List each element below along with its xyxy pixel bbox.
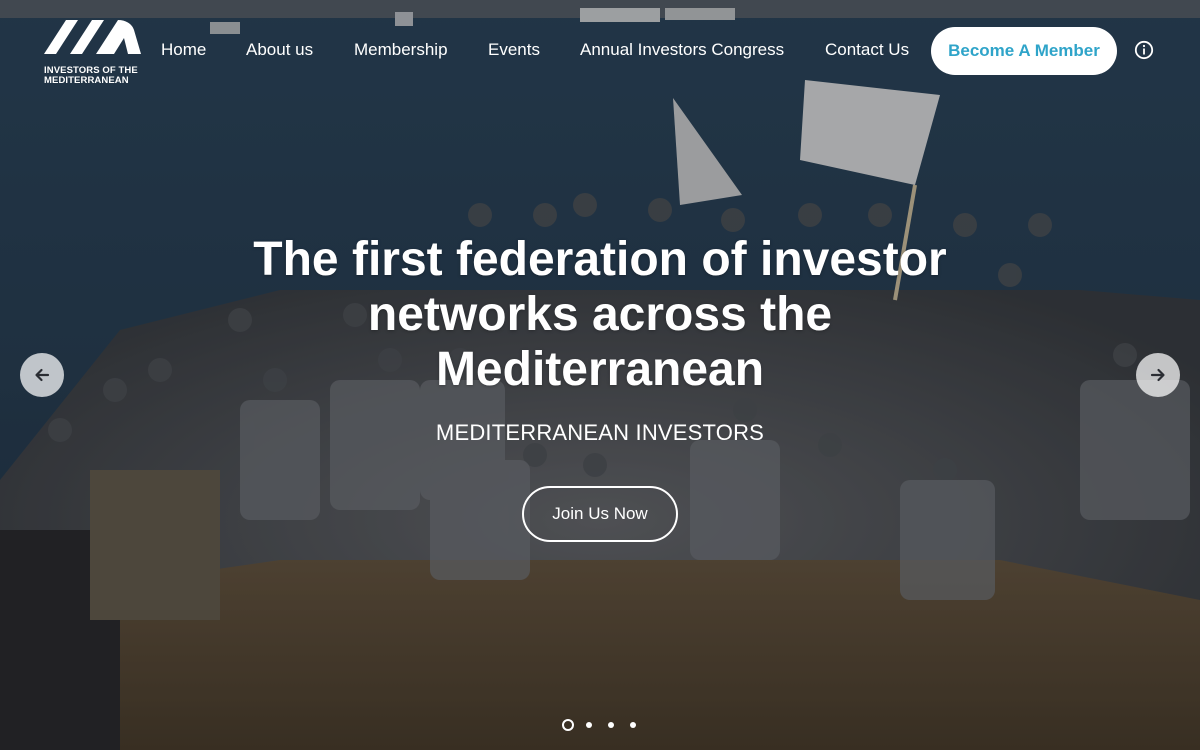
logo-line-2: MEDITERRANEAN xyxy=(44,75,129,86)
hero-title: The first federation of investor network… xyxy=(253,233,947,396)
slider-pagination xyxy=(560,719,640,731)
slider-dot-4[interactable] xyxy=(630,722,636,728)
info-circle-icon[interactable] xyxy=(1134,40,1154,60)
arrow-right-icon xyxy=(1150,368,1165,382)
site-logo[interactable]: INVESTORS OF THE MEDITERRANEAN xyxy=(44,16,142,88)
slider-prev-button[interactable] xyxy=(20,353,64,397)
nav-annual-investors-congress[interactable]: Annual Investors Congress xyxy=(580,40,784,60)
logo-text: INVESTORS OF THE MEDITERRANEAN xyxy=(44,66,138,86)
become-member-button[interactable]: Become A Member xyxy=(931,27,1117,75)
hero-subtitle: MEDITERRANEAN INVESTORS xyxy=(435,420,765,445)
join-us-now-button[interactable]: Join Us Now xyxy=(522,486,678,542)
slider-dot-1[interactable] xyxy=(562,719,574,731)
slider-dot-3[interactable] xyxy=(608,722,614,728)
logo-mark-icon xyxy=(44,20,141,54)
nav-home[interactable]: Home xyxy=(161,40,206,60)
nav-events[interactable]: Events xyxy=(488,40,540,60)
nav-contact-us[interactable]: Contact Us xyxy=(825,40,909,60)
slider-next-button[interactable] xyxy=(1136,353,1180,397)
nav-membership[interactable]: Membership xyxy=(354,40,448,60)
slider-dot-2[interactable] xyxy=(586,722,592,728)
site-header: INVESTORS OF THE MEDITERRANEAN Home Abou… xyxy=(0,0,1200,100)
arrow-left-icon xyxy=(35,368,50,382)
nav-about-us[interactable]: About us xyxy=(246,40,313,60)
